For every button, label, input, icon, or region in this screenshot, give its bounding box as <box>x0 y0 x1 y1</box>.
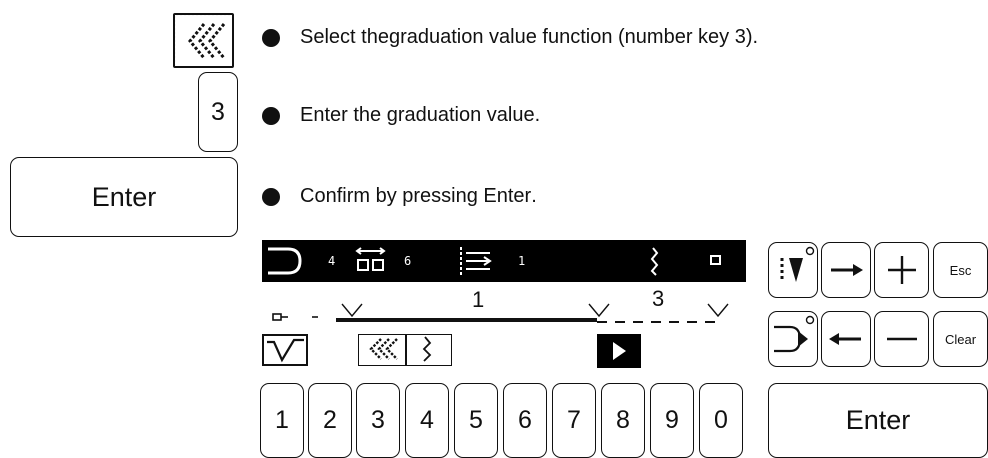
step-1-bold-b: number key 3 <box>624 26 746 48</box>
arrow-left-icon <box>829 333 861 345</box>
number-key-label: 5 <box>469 406 483 434</box>
display-status-bar: 4 6 1 <box>262 240 746 282</box>
step-1-text-a: Select the <box>300 26 389 48</box>
check-v-icon <box>267 338 304 363</box>
presser-foot-key[interactable] <box>768 311 818 367</box>
status-value-1: 4 <box>328 254 336 268</box>
number-key-3[interactable]: 3 <box>198 72 238 152</box>
number-key[interactable]: 9 <box>650 383 694 458</box>
esc-key[interactable]: Esc <box>933 242 988 298</box>
number-key[interactable]: 1 <box>260 383 304 458</box>
zigzag-icon <box>422 336 432 362</box>
step-3-bold: Enter <box>483 185 532 207</box>
step-2-text: Enter the graduation value. <box>300 104 541 126</box>
esc-key-label: Esc <box>949 262 972 278</box>
number-key-label: 8 <box>616 406 630 434</box>
clear-key[interactable]: Clear <box>933 311 988 367</box>
number-key[interactable]: 5 <box>454 383 498 458</box>
graduation-scale <box>272 303 729 323</box>
plus-key[interactable] <box>874 242 929 298</box>
number-key-label: 4 <box>420 406 434 434</box>
needle-down-icon <box>780 246 815 282</box>
step-3-text-b: . <box>531 185 537 207</box>
graduation-icon <box>175 15 232 66</box>
number-key[interactable]: 4 <box>405 383 449 458</box>
number-key-3-label: 3 <box>211 97 225 126</box>
number-key-label: 0 <box>714 406 728 434</box>
graduation-value-key[interactable] <box>173 13 234 68</box>
softkey-graduation-mode[interactable] <box>262 334 308 366</box>
plus-icon <box>887 256 916 284</box>
presser-foot-icon <box>774 315 815 353</box>
enter-key-label: Enter <box>91 181 157 212</box>
number-key[interactable]: 3 <box>356 383 400 458</box>
number-key-label: 7 <box>567 406 581 434</box>
softkey-graduation-value[interactable] <box>358 334 406 366</box>
enter-key-main-label: Enter <box>845 405 911 435</box>
bullet-icon <box>262 28 280 47</box>
stitch-length-icon <box>355 247 386 271</box>
number-key[interactable]: 7 <box>552 383 596 458</box>
status-value-2: 6 <box>404 254 412 268</box>
zigzag-icon <box>650 247 659 276</box>
number-key-label: 6 <box>518 406 532 434</box>
play-icon <box>613 342 626 360</box>
number-key-label: 3 <box>371 406 385 434</box>
step-1-bold-a: graduation value <box>388 26 537 48</box>
softkey-play[interactable] <box>597 334 641 368</box>
instruction-step-3: Confirm by pressing Enter . <box>262 185 537 208</box>
arrow-left-key[interactable] <box>821 311 871 367</box>
enter-key[interactable]: Enter <box>10 157 238 237</box>
bullet-icon <box>262 106 280 125</box>
clear-key-label: Clear <box>944 331 977 347</box>
number-key[interactable]: 8 <box>601 383 645 458</box>
scale-label-2: 3 <box>652 286 665 311</box>
presser-foot-icon <box>268 247 302 275</box>
arrow-right-icon <box>831 264 863 276</box>
step-1-text-b: function ( <box>536 26 625 48</box>
number-key-label: 9 <box>665 406 679 434</box>
number-key-label: 2 <box>323 406 337 434</box>
enter-key-main[interactable]: Enter <box>768 383 988 458</box>
arrow-right-key[interactable] <box>821 242 871 298</box>
step-1-text-c: ). <box>745 26 759 48</box>
step-3-text-a: Confirm by pressing <box>300 185 484 207</box>
number-key-label: 1 <box>275 406 289 434</box>
instruction-step-2: Enter the graduation value. <box>262 104 540 127</box>
number-key[interactable]: 2 <box>308 383 352 458</box>
stop-icon <box>710 255 721 265</box>
minus-icon <box>886 337 917 341</box>
instruction-step-1: Select the graduation value function ( n… <box>262 26 758 49</box>
status-value-3: 1 <box>518 254 526 268</box>
number-key[interactable]: 0 <box>699 383 743 458</box>
stitch-width-icon <box>460 247 492 275</box>
softkey-zigzag[interactable] <box>406 334 452 366</box>
graduation-icon <box>369 338 398 360</box>
needle-position-key[interactable] <box>768 242 818 298</box>
bullet-icon <box>262 187 280 206</box>
scale-label-1: 1 <box>472 287 485 312</box>
number-key[interactable]: 6 <box>503 383 547 458</box>
minus-key[interactable] <box>874 311 929 367</box>
